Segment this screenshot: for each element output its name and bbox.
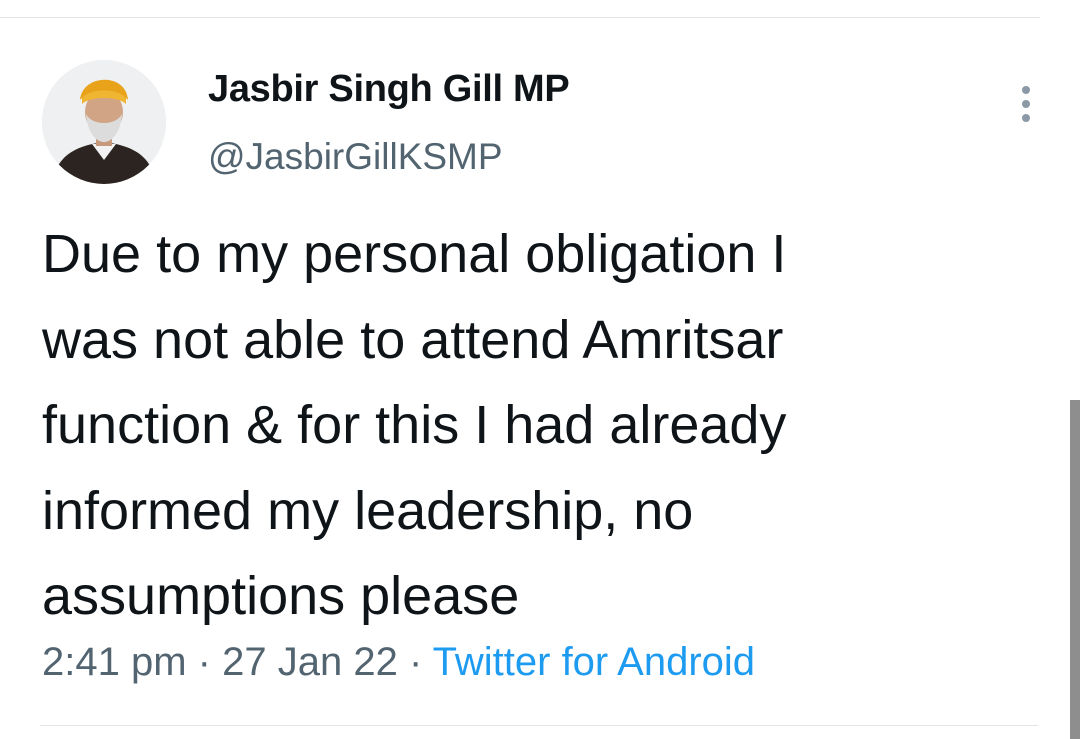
author-display-name[interactable]: Jasbir Singh Gill MP <box>208 68 570 111</box>
bottom-divider <box>40 725 1038 726</box>
meta-separator: · <box>197 640 211 684</box>
meta-separator: · <box>408 640 423 684</box>
avatar[interactable] <box>42 60 166 184</box>
more-options-icon-dot <box>1022 100 1030 108</box>
more-options-icon <box>1022 86 1030 94</box>
tweet-time[interactable]: 2:41 pm <box>42 640 187 684</box>
tweet-text: Due to my personal obligation I was not … <box>42 212 1032 640</box>
avatar-portrait-icon <box>42 60 166 184</box>
tweet-text-line: Due to my personal obligation I <box>42 224 787 284</box>
author-handle[interactable]: @JasbirGillKSMP <box>208 136 503 178</box>
top-divider <box>0 17 1040 18</box>
scrollbar[interactable] <box>1070 400 1080 739</box>
more-options-button[interactable] <box>1012 84 1040 124</box>
tweet-meta: 2:41 pm · 27 Jan 22 · Twitter for Androi… <box>42 640 755 685</box>
tweet-text-line: was not able to attend Amritsar <box>42 309 784 370</box>
tweet-text-line: function & for this I had already <box>42 395 787 455</box>
tweet-text-line: assumptions please <box>42 566 520 626</box>
tweet-date[interactable]: 27 Jan 22 <box>222 640 398 684</box>
more-options-icon-dot <box>1022 114 1030 122</box>
tweet-source-link[interactable]: Twitter for Android <box>433 640 755 684</box>
tweet-page: Jasbir Singh Gill MP @JasbirGillKSMP Due… <box>0 0 1080 739</box>
tweet-text-line: informed my leadership, no <box>42 480 694 541</box>
